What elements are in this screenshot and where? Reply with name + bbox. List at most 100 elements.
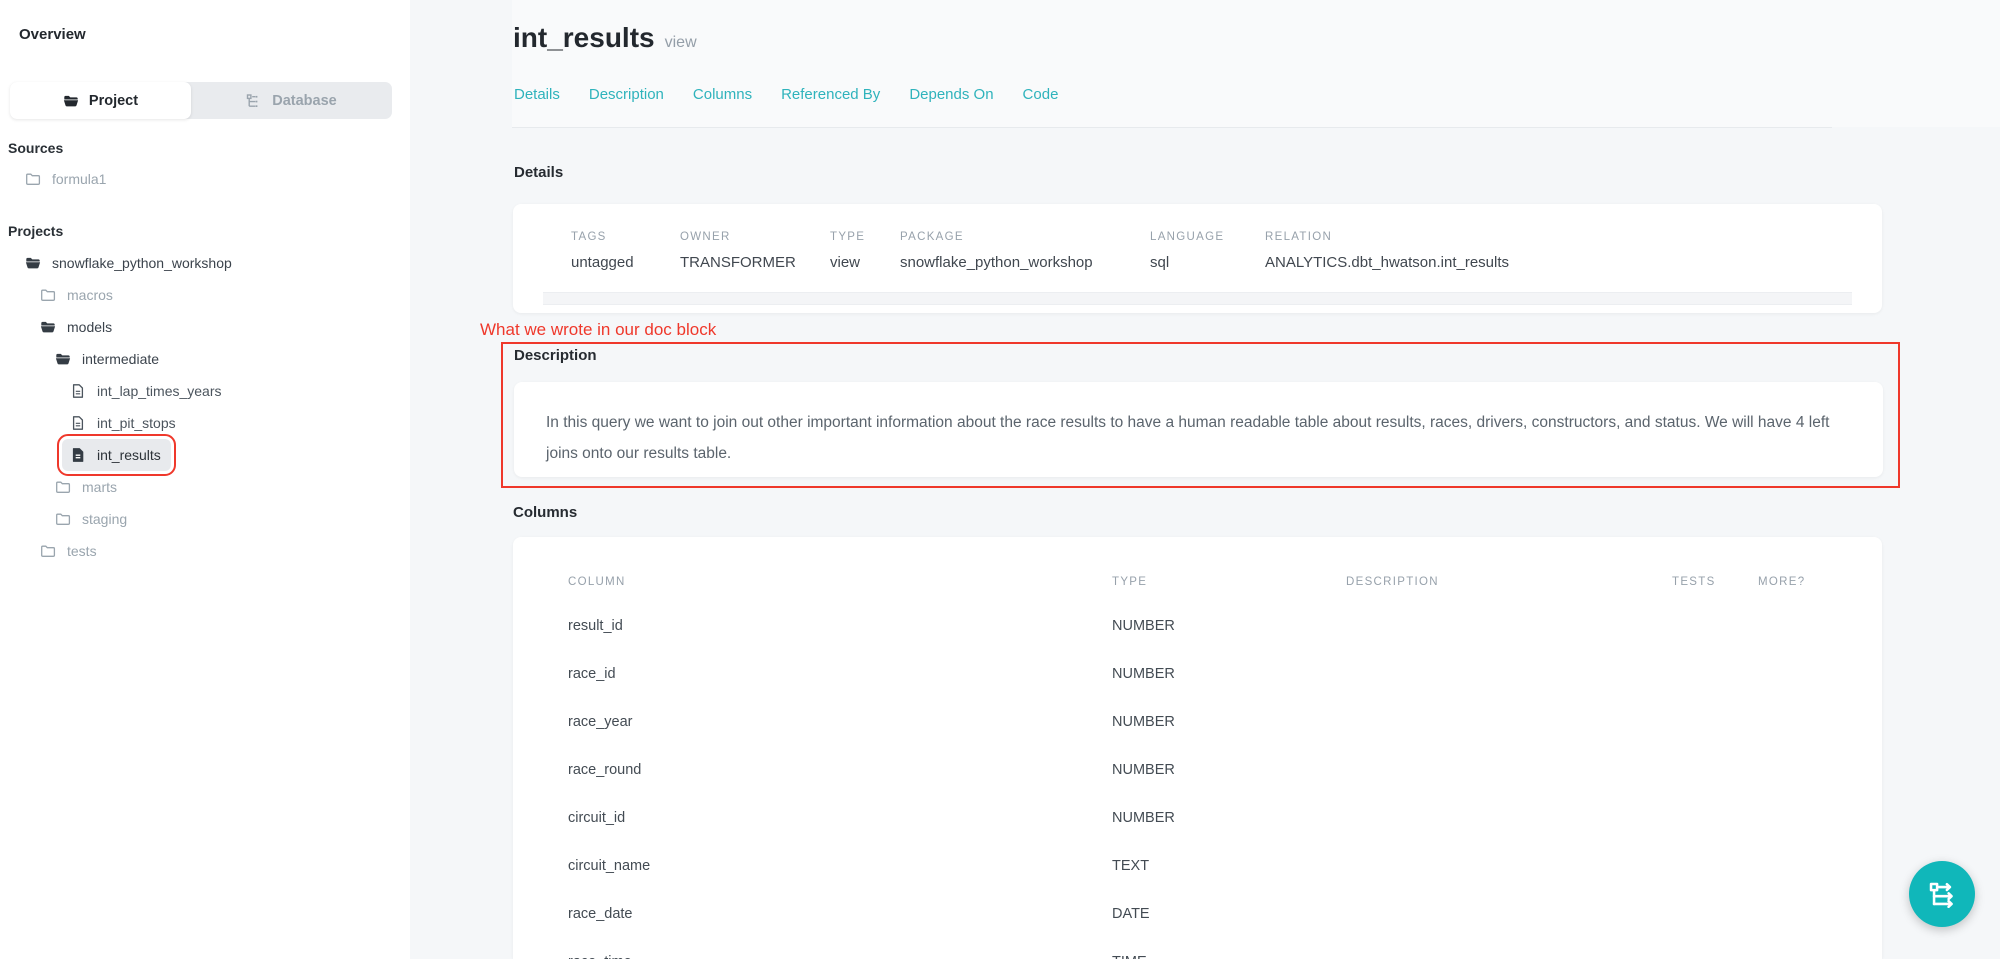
tree-item-label: staging [82,511,127,527]
description-heading: Description [514,347,597,364]
tree-item-macros: macros [32,279,123,311]
details-heading: Details [514,164,563,181]
detail-field-value: TRANSFORMER [680,254,796,271]
column-row-race_time[interactable]: race_time TIME [513,954,1882,959]
tab-code[interactable]: Code [1023,86,1059,103]
tree-item-models: models [32,311,122,343]
detail-field-label: LANGUAGE [1150,231,1224,243]
column-row-circuit_id[interactable]: circuit_id NUMBER [513,810,1882,830]
detail-field-value: ANALYTICS.dbt_hwatson.int_results [1265,254,1509,271]
project-database-toggle: Project Database [10,82,392,119]
database-toggle-label: Database [272,93,336,109]
column-row-race_round[interactable]: race_round NUMBER [513,762,1882,782]
column-row-result_id[interactable]: result_id NUMBER [513,618,1882,638]
folder-open-icon [25,255,41,271]
column-name: race_year [568,714,632,730]
projects-heading: Projects [8,223,63,239]
tab-tests: TESTS [1672,576,1716,588]
column-name: result_id [568,618,623,634]
tree-item-label: int_results [97,447,161,463]
tree-item-int_results: int_results [62,439,171,471]
tree-item-label: macros [67,287,113,303]
projects-tree: snowflake_python_workshop macros models [0,247,420,567]
sources-heading: Sources [8,140,63,156]
folder-open-icon [40,319,56,335]
column-row-race_date[interactable]: race_date DATE [513,906,1882,926]
tab-column: COLUMN [568,576,626,588]
description-annotation-box: Description In this query we want to joi… [501,342,1900,488]
column-row-race_year[interactable]: race_year NUMBER [513,714,1882,734]
tree-item-int_lap_times_years: int_lap_times_years [62,375,232,407]
section-tabs: Details Description Columns Referenced By De… [514,86,1058,103]
tree-item-label: tests [67,543,97,559]
database-toggle-button[interactable]: Database [191,82,392,119]
detail-field-value: untagged [571,254,634,271]
doc-block-annotation: What we wrote in our doc block [480,320,716,340]
tree-item-label: marts [82,479,117,495]
tab-referenced-by[interactable]: Referenced By [781,86,880,103]
tab-columns[interactable]: Columns [693,86,752,103]
dbt-docs-app: Overview Project Database Sources formul… [0,0,2000,959]
page-header-band [512,0,2000,127]
folder-icon [40,287,56,303]
tree-item-label: models [67,319,112,335]
column-row-race_id[interactable]: race_id NUMBER [513,666,1882,686]
file-icon [70,383,86,399]
sources-tree: formula1 [0,163,420,195]
tab-description: DESCRIPTION [1346,576,1439,588]
tree-item-label: formula1 [52,171,106,187]
tab-description[interactable]: Description [589,86,664,103]
tree-item-label: int_lap_times_years [97,383,222,399]
detail-field-label: TYPE [830,231,865,243]
sidebar: Overview Project Database Sources formul… [0,0,410,959]
folder-open-icon [63,93,79,109]
columns-card: COLUMN TYPE DESCRIPTION TESTS MORE? result_i… [513,537,1882,959]
folder-icon [40,543,56,559]
description-card: In this query we want to join out other … [514,382,1883,477]
column-name: circuit_id [568,810,625,826]
file-icon [70,415,86,431]
tab-details[interactable]: Details [514,86,560,103]
tab-depends-on[interactable]: Depends On [909,86,993,103]
column-type: TIME [1112,954,1147,959]
folder-icon [25,171,41,187]
tab-more?: MORE? [1758,576,1805,588]
tree-item-int_pit_stops: int_pit_stops [62,407,186,439]
detail-field-label: PACKAGE [900,231,964,243]
detail-field-label: OWNER [680,231,731,243]
project-toggle-label: Project [89,93,138,109]
folder-icon [55,511,71,527]
tree-item-marts: marts [47,471,127,503]
detail-field-value: snowflake_python_workshop [900,254,1093,271]
details-card: TAGS untagged OWNER TRANSFORMER TYPE vie… [513,204,1882,313]
tree-item-formula1: formula1 [17,163,116,195]
folder-open-icon [55,351,71,367]
column-row-circuit_name[interactable]: circuit_name TEXT [513,858,1882,878]
column-name: circuit_name [568,858,650,874]
column-name: race_round [568,762,641,778]
detail-field-label: RELATION [1265,231,1332,243]
database-tree-icon [246,93,262,109]
tree-item-label: int_pit_stops [97,415,176,431]
file-solid-icon [70,447,86,463]
description-text: In this query we want to join out other … [546,407,1843,469]
project-toggle-button[interactable]: Project [10,82,191,119]
column-name: race_date [568,906,633,922]
column-type: NUMBER [1112,762,1175,778]
tab-divider [512,127,1832,128]
tree-item-label: snowflake_python_workshop [52,255,232,271]
detail-field-value: view [830,254,860,271]
detail-field-label: TAGS [571,231,607,243]
tree-item-intermediate: intermediate [47,343,169,375]
detail-field-value: sql [1150,254,1169,271]
column-type: DATE [1112,906,1150,922]
model-type-subtitle: view [665,34,697,51]
tab-type: TYPE [1112,576,1147,588]
page-title: int_resultsview [513,22,697,54]
view-lineage-graph-button[interactable] [1909,861,1975,927]
details-footer-strip [543,292,1852,305]
column-type: NUMBER [1112,810,1175,826]
tree-item-label: intermediate [82,351,159,367]
column-type: NUMBER [1112,618,1175,634]
column-type: NUMBER [1112,714,1175,730]
